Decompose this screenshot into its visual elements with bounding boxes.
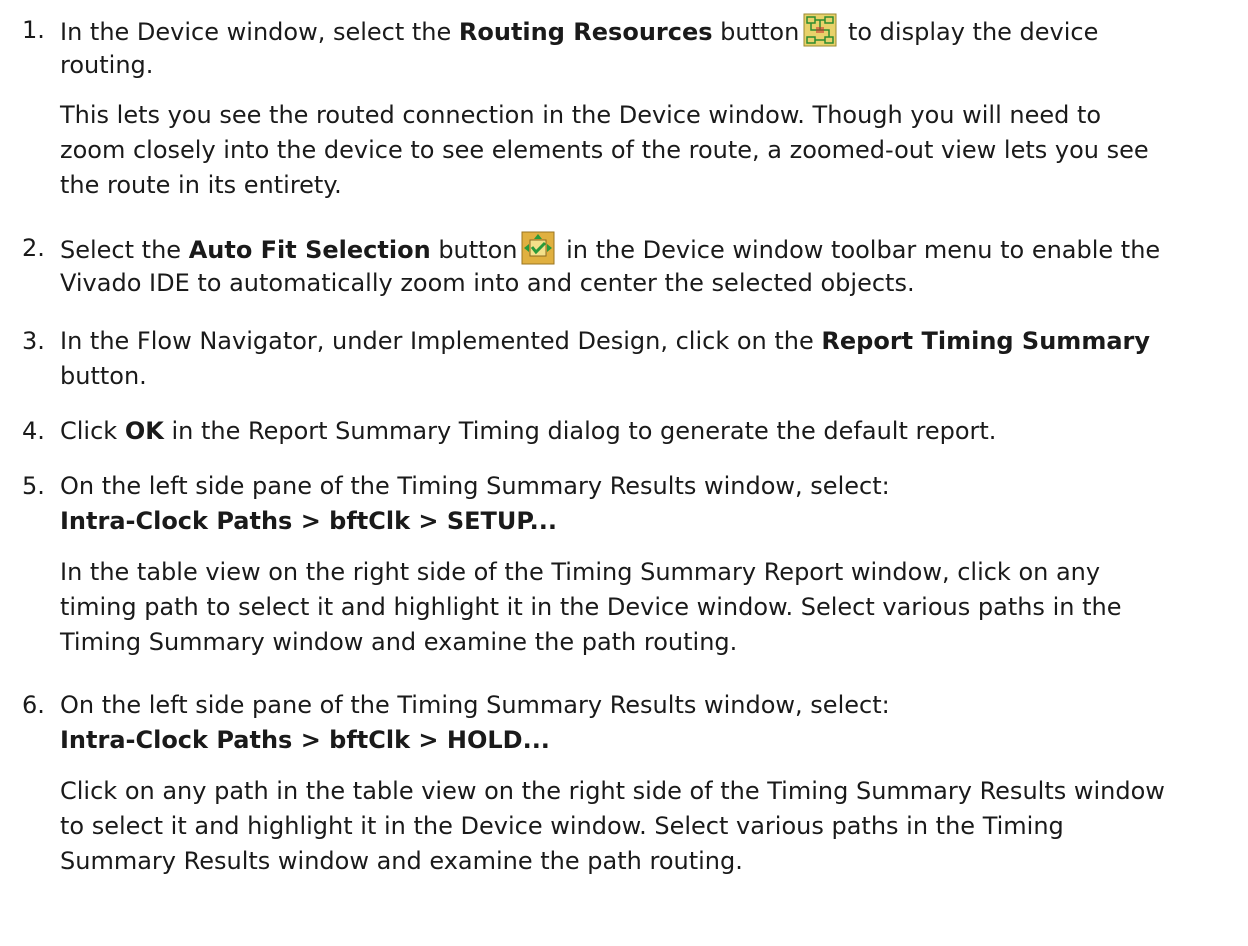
step-number: 3.	[22, 327, 45, 355]
text-run: On the left side pane of the Timing Summ…	[60, 472, 890, 500]
ui-element-name: Auto Fit Selection	[188, 236, 431, 264]
step-line: On the left side pane of the Timing Summ…	[60, 469, 890, 504]
text-run: routing.	[60, 51, 154, 79]
step-line: Click OK in the Report Summary Timing di…	[60, 414, 996, 449]
text-run: In the Device window, select the	[60, 18, 459, 46]
menu-path: Intra-Clock Paths > bftClk > SETUP...	[60, 507, 557, 535]
step-paragraph-line: Timing Summary window and examine the pa…	[60, 628, 738, 656]
step-line: In the Device window, select the Routing…	[60, 13, 1098, 50]
text-run: to display the device	[840, 18, 1099, 46]
text-run: button	[430, 236, 518, 264]
step-number: 5.	[22, 472, 45, 500]
text-run: in the Device window toolbar menu to ena…	[558, 236, 1161, 264]
step-paragraph-line: This lets you see the routed connection …	[60, 101, 1102, 129]
step-paragraph-line: to select it and highlight it in the Dev…	[60, 812, 1064, 840]
step-line: Intra-Clock Paths > bftClk > SETUP...	[60, 504, 557, 539]
step-number: 1.	[22, 16, 45, 44]
ui-element-name: Routing Resources	[458, 18, 713, 46]
text-run: In the Flow Navigator, under Implemented…	[60, 327, 822, 355]
text-run: button.	[60, 362, 147, 390]
step-line: In the Flow Navigator, under Implemented…	[60, 324, 1150, 359]
step-line: On the left side pane of the Timing Summ…	[60, 688, 890, 723]
step-line: Vivado IDE to automatically zoom into an…	[60, 266, 915, 301]
menu-path: Intra-Clock Paths > bftClk > HOLD...	[60, 726, 550, 754]
routing-resources-icon	[803, 13, 837, 47]
step-paragraph-line: timing path to select it and highlight i…	[60, 593, 1122, 621]
document-page: 1. In the Device window, select the Rout…	[0, 0, 1248, 946]
step-paragraph-line: In the table view on the right side of t…	[60, 558, 1101, 586]
step-paragraph-line: Click on any path in the table view on t…	[60, 777, 1165, 805]
step-line: Select the Auto Fit Selection button in …	[60, 231, 1160, 268]
text-run: On the left side pane of the Timing Summ…	[60, 691, 890, 719]
step-number: 2.	[22, 234, 45, 262]
step-paragraph-line: the route in its entirety.	[60, 171, 342, 199]
text-run: button	[712, 18, 800, 46]
step-line: button.	[60, 359, 147, 394]
ui-element-name: OK	[124, 417, 164, 445]
text-run: Select the	[60, 236, 189, 264]
step-paragraph-line: Summary Results window and examine the p…	[60, 847, 743, 875]
ui-element-name: Report Timing Summary	[821, 327, 1150, 355]
text-run: Click	[60, 417, 125, 445]
step-paragraph-line: zoom closely into the device to see elem…	[60, 136, 1149, 164]
text-run: in the Report Summary Timing dialog to g…	[163, 417, 997, 445]
step-line: routing.	[60, 48, 153, 83]
step-number: 4.	[22, 417, 45, 445]
step-number: 6.	[22, 691, 45, 719]
auto-fit-selection-icon	[521, 231, 555, 265]
text-run: Vivado IDE to automatically zoom into an…	[60, 269, 915, 297]
step-line: Intra-Clock Paths > bftClk > HOLD...	[60, 723, 550, 758]
